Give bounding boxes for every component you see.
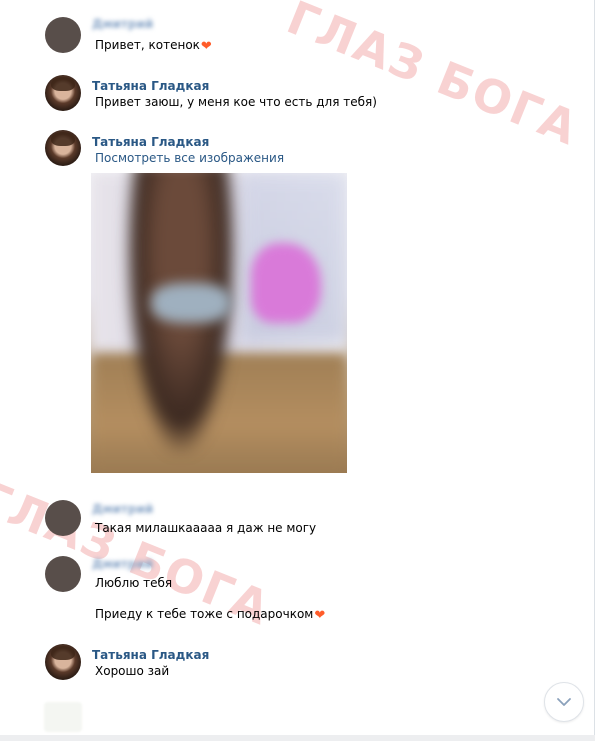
message-author[interactable]: Татьяна Гладкая	[92, 135, 209, 149]
photo-shorts	[151, 283, 231, 323]
message-item: Татьяна Гладкая Привет заюш, у меня кое …	[45, 75, 574, 115]
message-text-body: Привет, котенок	[95, 38, 200, 52]
chat-history: ГЛАЗ БОГА ГЛАЗ БОГА Дмитрий Привет, коте…	[0, 0, 595, 741]
avatar[interactable]	[45, 500, 81, 536]
message-text: Привет заюш, у меня кое что есть для теб…	[95, 95, 377, 109]
photo-pink-shape	[251, 243, 321, 323]
message-text: Люблю тебя	[95, 576, 173, 590]
message-text: Приеду к тебе тоже с подарочком❤	[95, 607, 325, 623]
message-item: Татьяна Гладкая Посмотреть все изображен…	[45, 130, 574, 170]
heart-emoji-icon: ❤	[200, 39, 212, 54]
avatar[interactable]	[45, 17, 81, 53]
message-text-body: Приеду к тебе тоже с подарочком	[95, 607, 314, 621]
chevron-down-icon	[557, 698, 571, 706]
photo-attachment[interactable]	[91, 173, 347, 473]
avatar[interactable]	[45, 75, 81, 111]
message-author[interactable]: Дмитрий	[92, 557, 153, 571]
scroll-down-button[interactable]	[544, 682, 584, 722]
heart-emoji-icon: ❤	[314, 608, 326, 623]
bottom-blurred-thumb	[44, 702, 82, 732]
message-text: Привет, котенок❤	[95, 38, 212, 54]
avatar[interactable]	[45, 644, 81, 680]
message-author[interactable]: Татьяна Гладкая	[92, 79, 209, 93]
message-author[interactable]: Татьяна Гладкая	[92, 648, 209, 662]
message-author[interactable]: Дмитрий	[92, 502, 153, 516]
message-text: Хорошо зай	[95, 664, 170, 678]
message-item: Дмитрий Люблю тебя Приеду к тебе тоже с …	[45, 556, 574, 626]
message-text: Такая милашкаааaа я даж не могу	[95, 521, 317, 535]
message-item: Татьяна Гладкая Хорошо зай	[45, 644, 574, 684]
view-all-images-link[interactable]: Посмотреть все изображения	[95, 151, 284, 165]
message-item: Дмитрий Привет, котенок❤	[45, 17, 574, 57]
message-author[interactable]: Дмитрий	[92, 17, 153, 31]
message-item: Дмитрий Такая милашкаааaа я даж не могу	[45, 500, 574, 540]
bottom-bar	[0, 735, 595, 741]
avatar[interactable]	[45, 130, 81, 166]
avatar[interactable]	[45, 556, 81, 592]
